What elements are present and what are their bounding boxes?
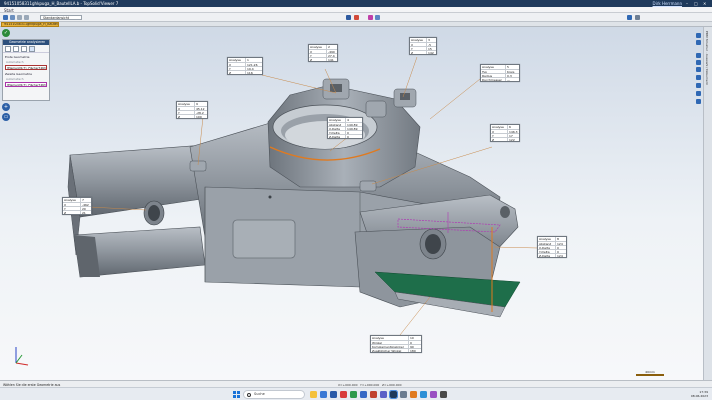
user-link[interactable]: Dirk Herrmann (653, 1, 682, 6)
analysis-box-1[interactable]: Analyse 1 X 121.26 Y 19.4 Z 116 (227, 57, 263, 75)
light-icon[interactable] (696, 99, 701, 104)
minimize-button[interactable]: – (686, 1, 688, 6)
measure-icon[interactable] (368, 15, 373, 20)
panel-tools (3, 45, 49, 53)
coord-y: Y=+000.000 (360, 382, 380, 387)
analysis-box-2[interactable]: Analyse 2 X -490 Y 27.4 Z 141 (308, 44, 338, 62)
maximize-button[interactable]: □ (694, 1, 698, 6)
os-taskbar: Suche 17:39 08.06.2023 (0, 387, 712, 400)
axis-triad (15, 347, 29, 366)
teams-icon[interactable] (380, 391, 387, 398)
analysis-box-8[interactable]: Analyse 8 Abstand 124 X-Delta 0 Y-Delta 0 Z-… (537, 236, 567, 258)
save-icon[interactable] (10, 15, 15, 20)
scale-bar-fill (636, 374, 664, 376)
status-bar: Wählen Sie die erste Geometrie aus X=+00… (0, 380, 712, 387)
shading-icon[interactable] (696, 83, 701, 88)
rotate-icon[interactable] (696, 75, 701, 80)
side-panel-tab[interactable]: PDM Struktur · Auswahl / Dokument (703, 27, 712, 380)
part-model[interactable] (0, 27, 712, 380)
first-geometry-field[interactable]: [Element]1(7): Fläche(7463 (5, 65, 47, 70)
analysis-box-9[interactable]: Analyse 9 X 45.12 Y -28.2 Z 100 (176, 101, 208, 119)
second-geometry-mode: Automatisch (6, 77, 24, 81)
analysis-box-3[interactable]: Analyse 3 X -5 Y 15 Z 142 (409, 37, 437, 55)
file-explorer-icon[interactable] (310, 391, 317, 398)
redo-icon[interactable] (24, 15, 29, 20)
window-titlebar: 94151058311ghkpuga_H_BautellLA.b ‐ TopSo… (0, 0, 712, 7)
status-hint: Wählen Sie die erste Geometrie aus (3, 382, 61, 387)
face-tool-icon[interactable] (29, 46, 35, 52)
geometry-analysis-panel: Geometrie analysieren Erste Geometrie Au… (2, 39, 50, 101)
side-panel-label: PDM Struktur · Auswahl / Dokument (705, 31, 709, 85)
analysis-box-4[interactable]: Analyse 4 Abstand 149.89 X-Delta 149.89 Y-D… (327, 117, 363, 139)
plane-tool-icon[interactable] (21, 46, 27, 52)
pan-icon[interactable] (696, 67, 701, 72)
scale-bar: 40mm (636, 370, 664, 378)
view-iso-icon[interactable] (696, 53, 701, 58)
coord-z: Z=+000.000 (382, 382, 402, 387)
taskbar-clock[interactable]: 17:39 08.06.2023 (691, 390, 708, 398)
analysis-box-6[interactable]: Analyse 6 X 146.3 Y 17 Z 122 (490, 124, 520, 142)
section-icon[interactable] (354, 15, 359, 20)
app4-icon[interactable] (420, 391, 427, 398)
edge-icon[interactable] (320, 391, 327, 398)
first-geometry-label: Erste Geometrie (5, 55, 30, 59)
view-top-icon[interactable] (696, 40, 701, 45)
point-tool-icon[interactable] (5, 46, 11, 52)
close-button[interactable]: ✕ (703, 1, 706, 6)
app-icon[interactable] (340, 391, 347, 398)
windows-start-icon[interactable] (233, 391, 240, 398)
search-icon (247, 393, 251, 397)
second-geometry-field[interactable]: [Element]1(7): Fläche(7463 (5, 82, 47, 87)
home-icon[interactable] (3, 15, 8, 20)
zoom-icon[interactable] (696, 60, 701, 65)
app2-icon[interactable] (400, 391, 407, 398)
render-mode-icon[interactable] (375, 15, 380, 20)
view-select[interactable]: Standardansicht (40, 15, 82, 20)
analysis-box-5[interactable]: Analyse 5 Typ Kreis Radius 0.3 Durchmesser — (480, 64, 520, 82)
app5-icon[interactable] (430, 391, 437, 398)
toolbar: Standardansicht (0, 13, 712, 22)
first-geometry-mode: Automatisch (6, 60, 24, 64)
view-front-icon[interactable] (696, 33, 701, 38)
3d-viewport[interactable]: ✓ + ▭ Geometrie analysieren Erste Geomet… (0, 27, 712, 380)
settings-icon[interactable] (635, 15, 640, 20)
right-arm (354, 194, 521, 318)
analysis-box-7[interactable]: Analyse 7 X -462 Y 20 Z 21 (62, 197, 92, 215)
zoom-fit-icon[interactable]: + (2, 103, 10, 111)
undo-icon[interactable] (17, 15, 22, 20)
search-placeholder: Suche (254, 392, 265, 396)
print-icon[interactable]: ▭ (2, 113, 10, 121)
app3-icon[interactable] (410, 391, 417, 398)
line-tool-icon[interactable] (13, 46, 19, 52)
excel-icon[interactable] (350, 391, 357, 398)
help-icon[interactable] (627, 15, 632, 20)
powerpoint-icon[interactable] (370, 391, 377, 398)
app6-icon[interactable] (440, 391, 447, 398)
mail-icon[interactable] (330, 391, 337, 398)
view-cube-icon[interactable] (346, 15, 351, 20)
second-geometry-label: Zweite Geometrie (5, 72, 33, 76)
analysis-box-10[interactable]: Analyse 10 Winkel 0 Komplementärwinkel 90 Z… (370, 335, 422, 353)
topsolid-viewer-icon[interactable] (389, 390, 398, 399)
clock-date: 08.06.2023 (690, 394, 708, 398)
word-icon[interactable] (360, 391, 367, 398)
window-title: 94151058311ghkpuga_H_BautellLA.b ‐ TopSo… (4, 1, 119, 6)
wireframe-icon[interactable] (696, 91, 701, 96)
coord-x: X=+000.000 (338, 382, 358, 387)
confirm-icon[interactable]: ✓ (2, 29, 10, 37)
taskbar-search-input[interactable]: Suche (243, 390, 305, 399)
